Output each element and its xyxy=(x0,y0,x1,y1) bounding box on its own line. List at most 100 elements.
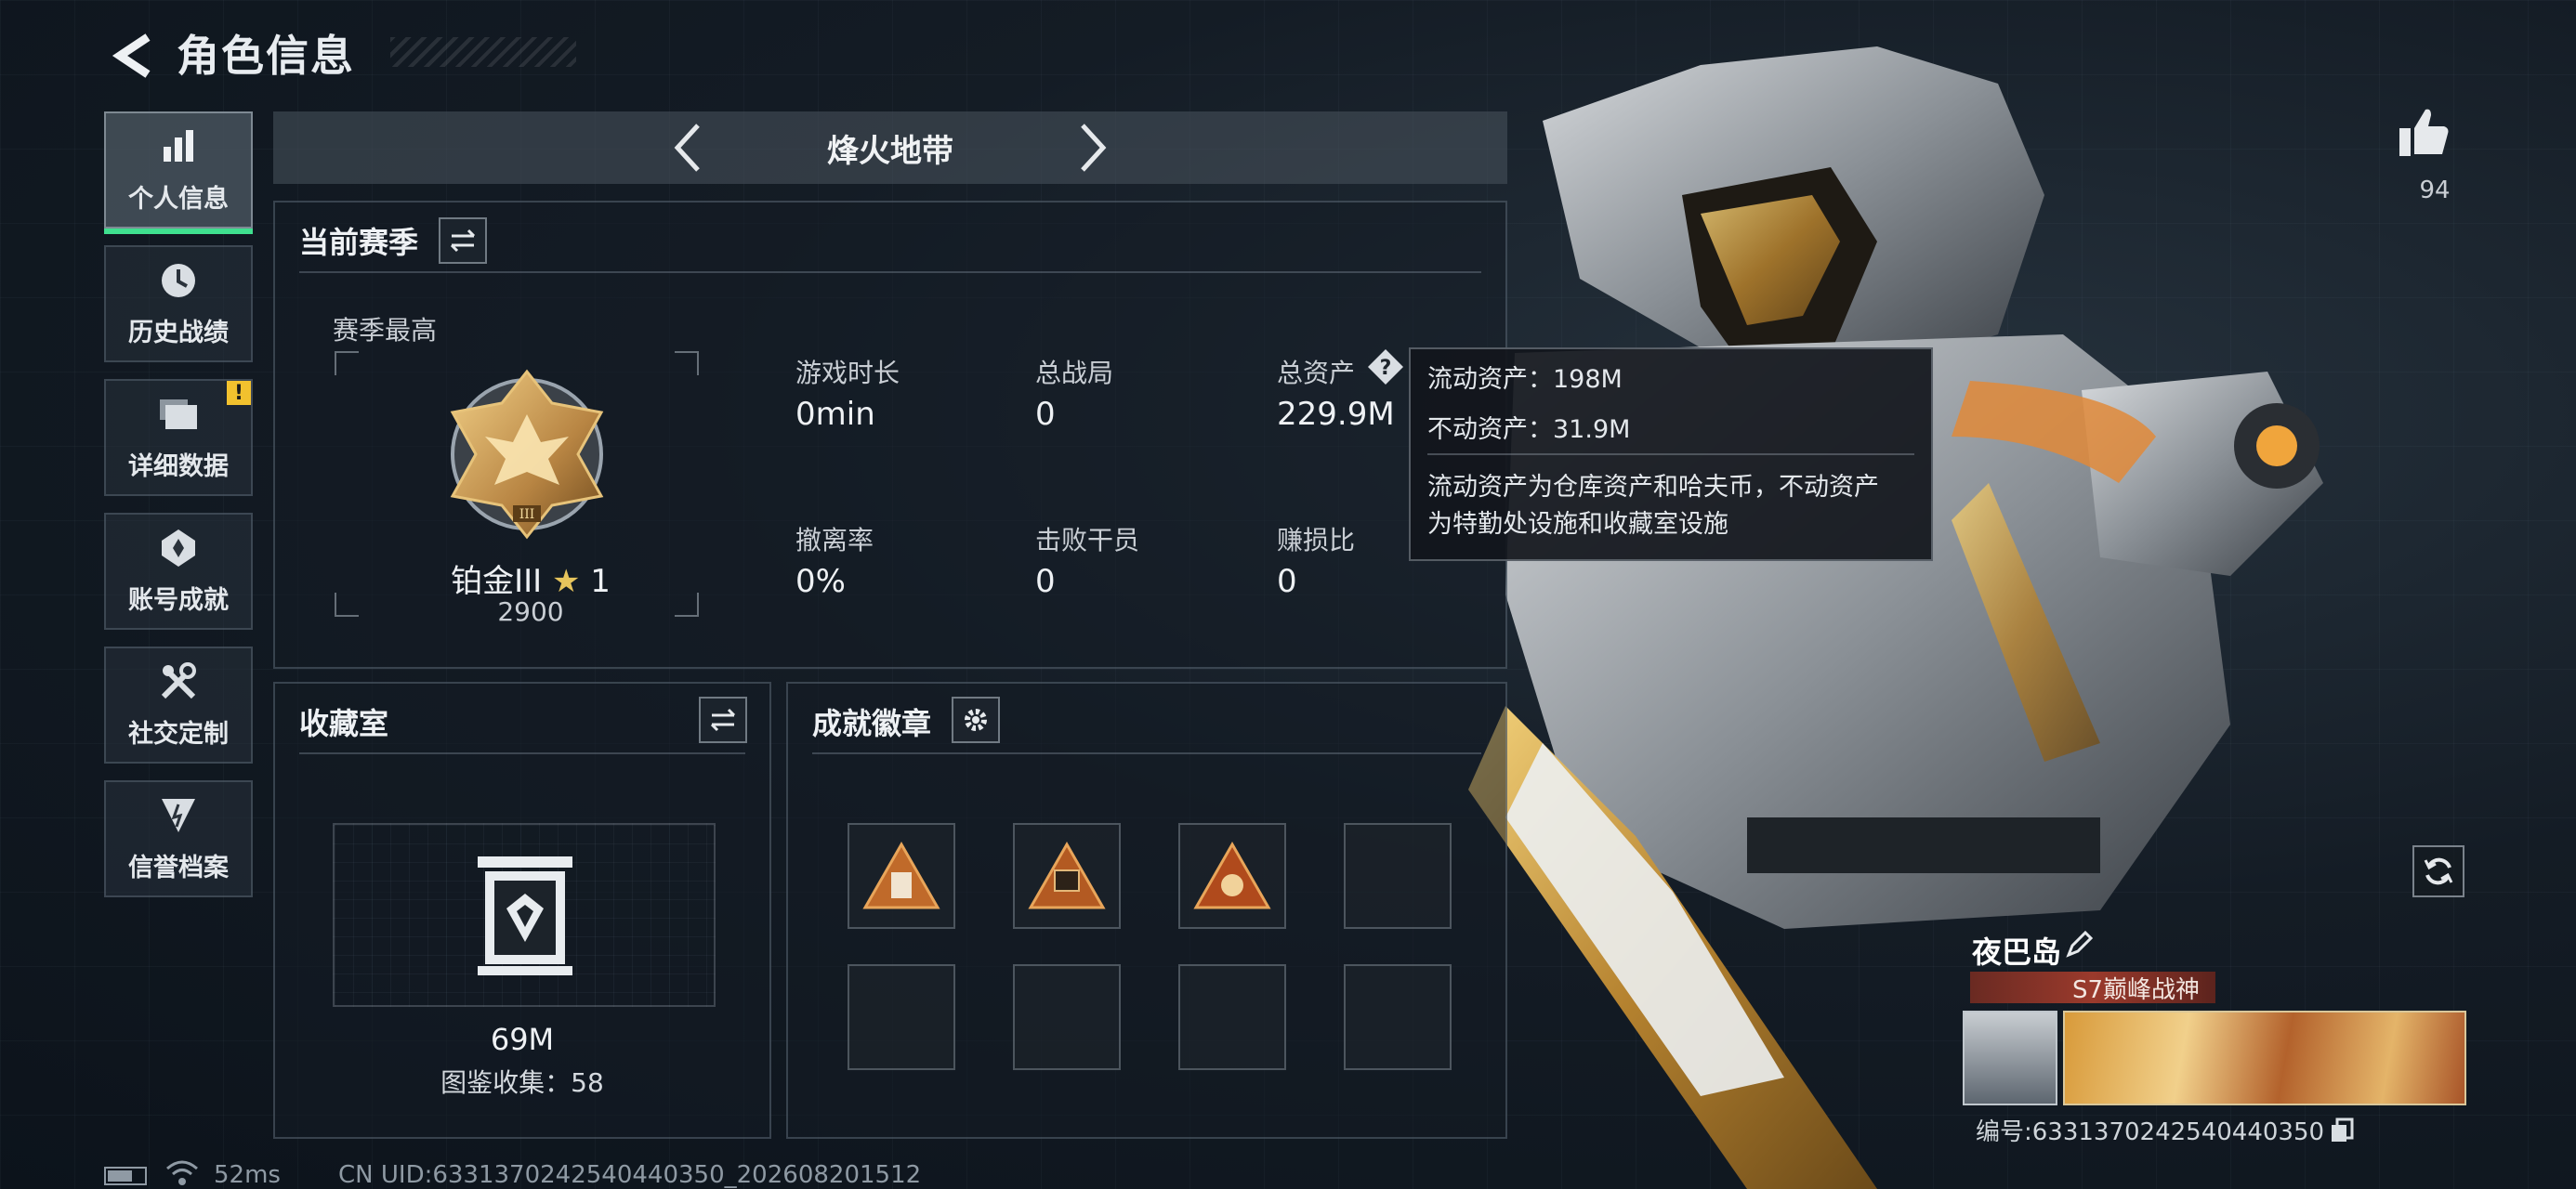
pencil-icon xyxy=(2066,930,2094,958)
folder-icon xyxy=(158,394,199,435)
page-title: 角色信息 xyxy=(177,31,355,81)
like-count: 94 xyxy=(2419,176,2451,204)
stat-value-total-assets: 229.9M xyxy=(1277,396,1395,433)
stat-label-total-matches: 总战局 xyxy=(1035,358,1114,388)
badge-settings-button[interactable] xyxy=(952,697,1000,743)
badge-slot-5[interactable] xyxy=(848,964,955,1070)
tooltip-description-line-1: 流动资产为仓库资产和哈夫币，不动资产 xyxy=(1427,473,1879,502)
achievement-badge-icon xyxy=(1028,841,1106,909)
stat-value-total-matches: 0 xyxy=(1035,396,1056,433)
collection-count: 图鉴收集：58 xyxy=(440,1067,604,1098)
frame-corner xyxy=(335,593,359,617)
chevron-left-icon xyxy=(674,124,700,172)
collection-preview[interactable] xyxy=(333,823,716,1007)
edit-name-button[interactable] xyxy=(2065,929,2096,960)
badge-slot-6[interactable] xyxy=(1013,964,1121,1070)
svg-text:III: III xyxy=(519,507,535,522)
stat-label-total-assets: 总资产 xyxy=(1277,358,1356,388)
stat-label-playtime: 游戏时长 xyxy=(795,358,900,388)
nav-item-personal-info[interactable]: 个人信息 xyxy=(104,111,253,234)
back-button[interactable] xyxy=(100,26,165,85)
badge-slot-7[interactable] xyxy=(1178,964,1286,1070)
divider xyxy=(1427,453,1914,455)
avatar[interactable] xyxy=(1963,1011,2057,1105)
rank-name: 铂金III xyxy=(451,563,543,600)
season-switch-button[interactable] xyxy=(439,217,487,264)
frame-corner xyxy=(675,351,699,375)
badge-slot-8[interactable] xyxy=(1344,964,1452,1070)
svg-text:?: ? xyxy=(1380,357,1392,380)
nav-item-label: 历史战绩 xyxy=(128,318,229,347)
collection-switch-button[interactable] xyxy=(699,697,747,743)
next-mode-button[interactable] xyxy=(1065,120,1121,176)
gear-icon xyxy=(965,709,987,731)
stat-value-operators-defeated: 0 xyxy=(1035,563,1056,600)
nav-item-label: 信誉档案 xyxy=(128,853,229,882)
bar-chart-icon xyxy=(158,126,199,167)
nav-item-label: 社交定制 xyxy=(128,719,229,749)
badge-slot-3[interactable] xyxy=(1178,823,1286,929)
root: 角色信息 个人信息 历史战绩 ! 详细数据 账号成就 社交定制 信誉档案 烽火地… xyxy=(0,0,2576,1189)
player-name: 夜巴岛 xyxy=(1972,934,2062,970)
season-panel-title: 当前赛季 xyxy=(299,225,419,260)
star-icon: ★ xyxy=(551,563,581,600)
like-button[interactable] xyxy=(2396,104,2466,175)
chevron-right-icon xyxy=(1081,124,1107,172)
previous-mode-button[interactable] xyxy=(660,120,716,176)
badge-slot-1[interactable] xyxy=(848,823,955,929)
copy-icon[interactable] xyxy=(2330,1117,2354,1143)
divider xyxy=(299,271,1481,273)
profile-banner[interactable] xyxy=(2063,1011,2466,1105)
clock-icon xyxy=(158,260,199,301)
player-title-text: S7巅峰战神 xyxy=(2072,975,2201,1004)
title-decoration xyxy=(390,37,576,67)
rank-stars: 1 xyxy=(590,563,611,600)
swap-icon xyxy=(710,708,736,732)
tooltip-liquid-assets: 流动资产：198M xyxy=(1427,365,1623,394)
achievement-badge-icon xyxy=(862,841,940,909)
achievements-panel-title: 成就徽章 xyxy=(812,706,932,741)
nav-item-match-history[interactable]: 历史战绩 xyxy=(104,245,253,362)
season-highest-label: 赛季最高 xyxy=(333,315,438,346)
divider xyxy=(299,752,745,754)
warning-badge: ! xyxy=(227,381,251,405)
stat-value-extraction-rate: 0% xyxy=(795,563,846,600)
side-nav: 个人信息 历史战绩 ! 详细数据 账号成就 社交定制 信誉档案 xyxy=(104,111,255,914)
stat-value-playtime: 0min xyxy=(795,396,875,433)
frame-corner xyxy=(675,593,699,617)
rank-score: 2900 xyxy=(497,596,564,627)
nav-item-label: 个人信息 xyxy=(128,184,229,214)
help-icon[interactable]: ? xyxy=(1366,347,1405,386)
platinum-rank-emblem: III xyxy=(450,369,604,540)
collection-value: 69M xyxy=(490,1022,555,1057)
nav-item-credit-record[interactable]: 信誉档案 xyxy=(104,780,253,897)
emblem-icon xyxy=(158,795,199,836)
nav-item-social-customize[interactable]: 社交定制 xyxy=(104,647,253,764)
uid-line: 编号:6331370242540440350 xyxy=(1976,1113,2354,1147)
cn-uid-text: CN UID:6331370242540440350_202608201512 xyxy=(338,1161,922,1189)
vault-icon xyxy=(478,856,572,975)
frame-corner xyxy=(335,351,359,375)
badge-slot-4[interactable] xyxy=(1344,823,1452,929)
nav-item-detailed-data[interactable]: ! 详细数据 xyxy=(104,379,253,496)
back-arrow-icon xyxy=(112,33,151,78)
stat-label-profit-loss-ratio: 赚损比 xyxy=(1277,525,1356,555)
swap-icon xyxy=(450,229,476,253)
player-title-card[interactable]: S7巅峰战神 xyxy=(1970,972,2215,1004)
divider xyxy=(812,752,1481,754)
player-id: 编号:6331370242540440350 xyxy=(1976,1118,2325,1146)
rank-line: 铂金III ★ 1 xyxy=(442,555,619,601)
badge-slot-2[interactable] xyxy=(1013,823,1121,929)
current-season-panel: 当前赛季 赛季最高 III 铂金III ★ 1 2900 游戏时长 0min 总… xyxy=(273,201,1507,669)
tooltip-description-line-2: 为特勤处设施和收藏室设施 xyxy=(1427,510,1728,539)
wifi-icon xyxy=(166,1160,198,1185)
nav-item-achievements[interactable]: 账号成就 xyxy=(104,513,253,630)
achievement-badge-icon xyxy=(1193,841,1271,909)
ping-text: 52ms xyxy=(214,1161,281,1189)
wrench-icon xyxy=(158,661,199,702)
refresh-button[interactable] xyxy=(2412,845,2464,897)
stat-label-extraction-rate: 撤离率 xyxy=(795,525,874,555)
stat-label-operators-defeated: 击败干员 xyxy=(1035,525,1140,555)
collection-room-panel: 收藏室 69M 图鉴收集：58 xyxy=(273,682,771,1139)
refresh-icon xyxy=(2424,857,2453,885)
